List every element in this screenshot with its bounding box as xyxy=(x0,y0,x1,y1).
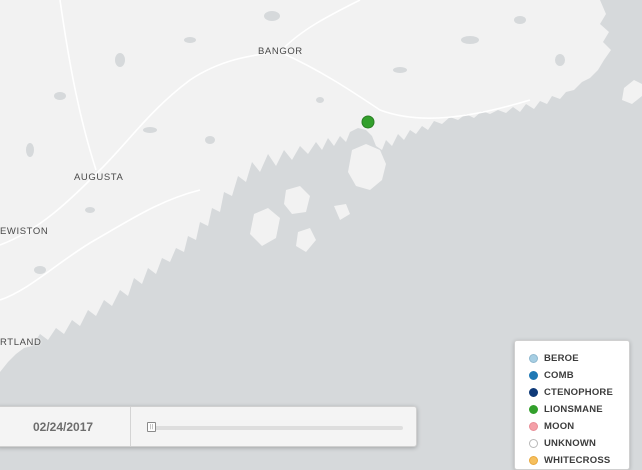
legend-swatch-icon xyxy=(529,405,538,414)
legend-item[interactable]: BEROE xyxy=(515,350,629,367)
legend-label: BEROE xyxy=(544,353,579,364)
city-label-bangor: BANGOR xyxy=(258,46,303,57)
city-label-lewiston: EWISTON xyxy=(0,226,49,237)
divider xyxy=(130,407,131,446)
legend-item[interactable]: LIONSMANE xyxy=(515,401,629,418)
legend-swatch-icon xyxy=(529,388,538,397)
legend-swatch-icon xyxy=(529,422,538,431)
legend-label: MOON xyxy=(544,421,575,432)
legend-item[interactable]: CTENOPHORE xyxy=(515,384,629,401)
legend-swatch-icon xyxy=(529,371,538,380)
sighting-marker[interactable] xyxy=(361,115,375,129)
legend-label: CTENOPHORE xyxy=(544,387,614,398)
time-slider-track[interactable]: || xyxy=(147,422,403,432)
legend-item[interactable]: UNKNOWN xyxy=(515,435,629,452)
time-slider-panel: 02/24/2017 || xyxy=(0,406,417,447)
legend-label: UNKNOWN xyxy=(544,438,597,449)
legend-label: COMB xyxy=(544,370,574,381)
city-label-portland: RTLAND xyxy=(0,337,42,348)
legend-label: LIONSMANE xyxy=(544,404,603,415)
legend-swatch-icon xyxy=(529,354,538,363)
current-date-label: 02/24/2017 xyxy=(33,420,94,434)
time-slider-handle[interactable]: || xyxy=(147,422,156,432)
legend-item[interactable]: MOON xyxy=(515,418,629,435)
species-legend: BEROE COMB CTENOPHORE LIONSMANE MOON UNKNOWN W… xyxy=(514,340,630,470)
city-label-augusta: AUGUSTA xyxy=(74,172,124,183)
legend-swatch-icon xyxy=(529,439,538,448)
legend-item[interactable]: COMB xyxy=(515,367,629,384)
